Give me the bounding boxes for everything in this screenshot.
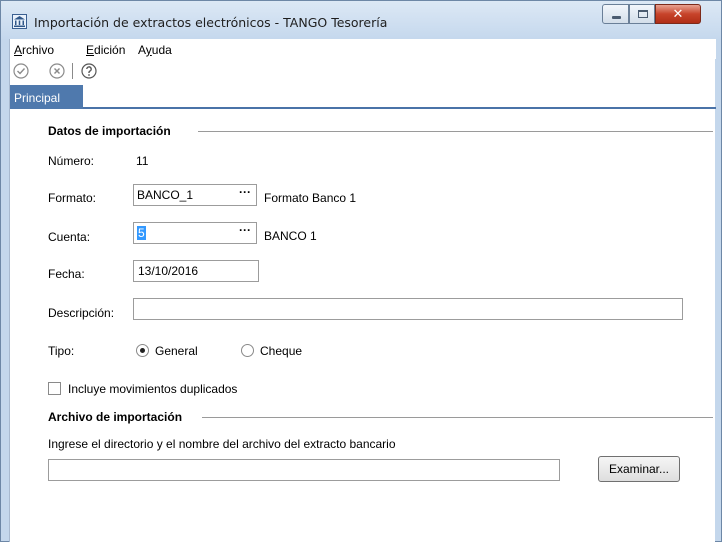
menu-edicion-mnemonic: E (86, 43, 95, 57)
duplicados-checkbox[interactable] (48, 382, 61, 395)
tab-strip: Principal (10, 85, 716, 109)
fecha-input[interactable]: 13/10/2016 (133, 260, 259, 282)
descripcion-label: Descripción: (48, 306, 115, 320)
formato-value: BANCO_1 (137, 188, 194, 202)
maximize-icon (638, 10, 648, 18)
form-area: Datos de importación Número: 11 Formato:… (10, 109, 716, 542)
duplicados-label: Incluye movimientos duplicados (68, 382, 238, 396)
cuenta-lookup-button[interactable]: ··· (234, 223, 256, 243)
formato-description: Formato Banco 1 (264, 191, 357, 205)
minimize-button[interactable] (602, 4, 629, 24)
tab-principal[interactable]: Principal (10, 85, 83, 109)
app-window: Importación de extractos electrónicos - … (0, 0, 722, 542)
toolbar-separator (72, 63, 73, 79)
archivo-path-input[interactable] (48, 459, 560, 481)
menu-ayuda[interactable]: Ayuda (138, 43, 172, 57)
cancel-icon[interactable] (48, 62, 66, 80)
tipo-cheque-label: Cheque (260, 344, 303, 358)
client-area: Archivo Edición Ayuda Principal Datos de… (9, 39, 716, 542)
menu-edicion[interactable]: Edición (86, 43, 125, 57)
help-icon[interactable] (80, 62, 98, 80)
examinar-button[interactable]: Examinar... (598, 456, 680, 482)
section-title-datos: Datos de importación (48, 124, 171, 138)
window-title: Importación de extractos electrónicos - … (34, 15, 388, 30)
cuenta-label: Cuenta: (48, 230, 91, 244)
tipo-cheque-radio[interactable] (241, 344, 254, 357)
menu-bar: Archivo Edición Ayuda (10, 39, 716, 59)
menu-archivo-mnemonic: A (14, 43, 23, 57)
toolbar (10, 59, 716, 83)
menu-ayuda-pre: A (138, 43, 146, 57)
tipo-general-radio[interactable] (136, 344, 149, 357)
section-title-archivo: Archivo de importación (48, 410, 183, 424)
accept-icon[interactable] (12, 62, 30, 80)
close-icon: ✕ (672, 6, 684, 21)
cuenta-value: 5 (137, 226, 146, 240)
fecha-label: Fecha: (48, 267, 85, 281)
cuenta-description: BANCO 1 (264, 229, 317, 243)
section-divider (198, 131, 713, 132)
numero-value: 11 (136, 154, 149, 168)
formato-label: Formato: (48, 191, 97, 205)
menu-archivo[interactable]: Archivo (14, 43, 54, 57)
menu-edicion-label: dición (94, 43, 126, 57)
menu-archivo-label: rchivo (22, 43, 55, 57)
cuenta-field[interactable]: 5 ··· (133, 222, 257, 244)
formato-field[interactable]: BANCO_1 ··· (133, 184, 257, 206)
title-bar[interactable]: Importación de extractos electrónicos - … (1, 1, 721, 39)
tipo-label: Tipo: (48, 344, 75, 358)
section-divider (202, 417, 713, 418)
tipo-general-label: General (155, 344, 198, 358)
numero-label: Número: (48, 154, 95, 168)
bank-icon (12, 14, 27, 29)
formato-lookup-button[interactable]: ··· (234, 185, 256, 205)
maximize-button[interactable] (629, 4, 655, 24)
close-button[interactable]: ✕ (655, 4, 701, 24)
minimize-icon (612, 16, 621, 19)
menu-ayuda-label: uda (151, 43, 172, 57)
descripcion-input[interactable] (133, 298, 683, 320)
archivo-hint: Ingrese el directorio y el nombre del ar… (48, 437, 396, 451)
